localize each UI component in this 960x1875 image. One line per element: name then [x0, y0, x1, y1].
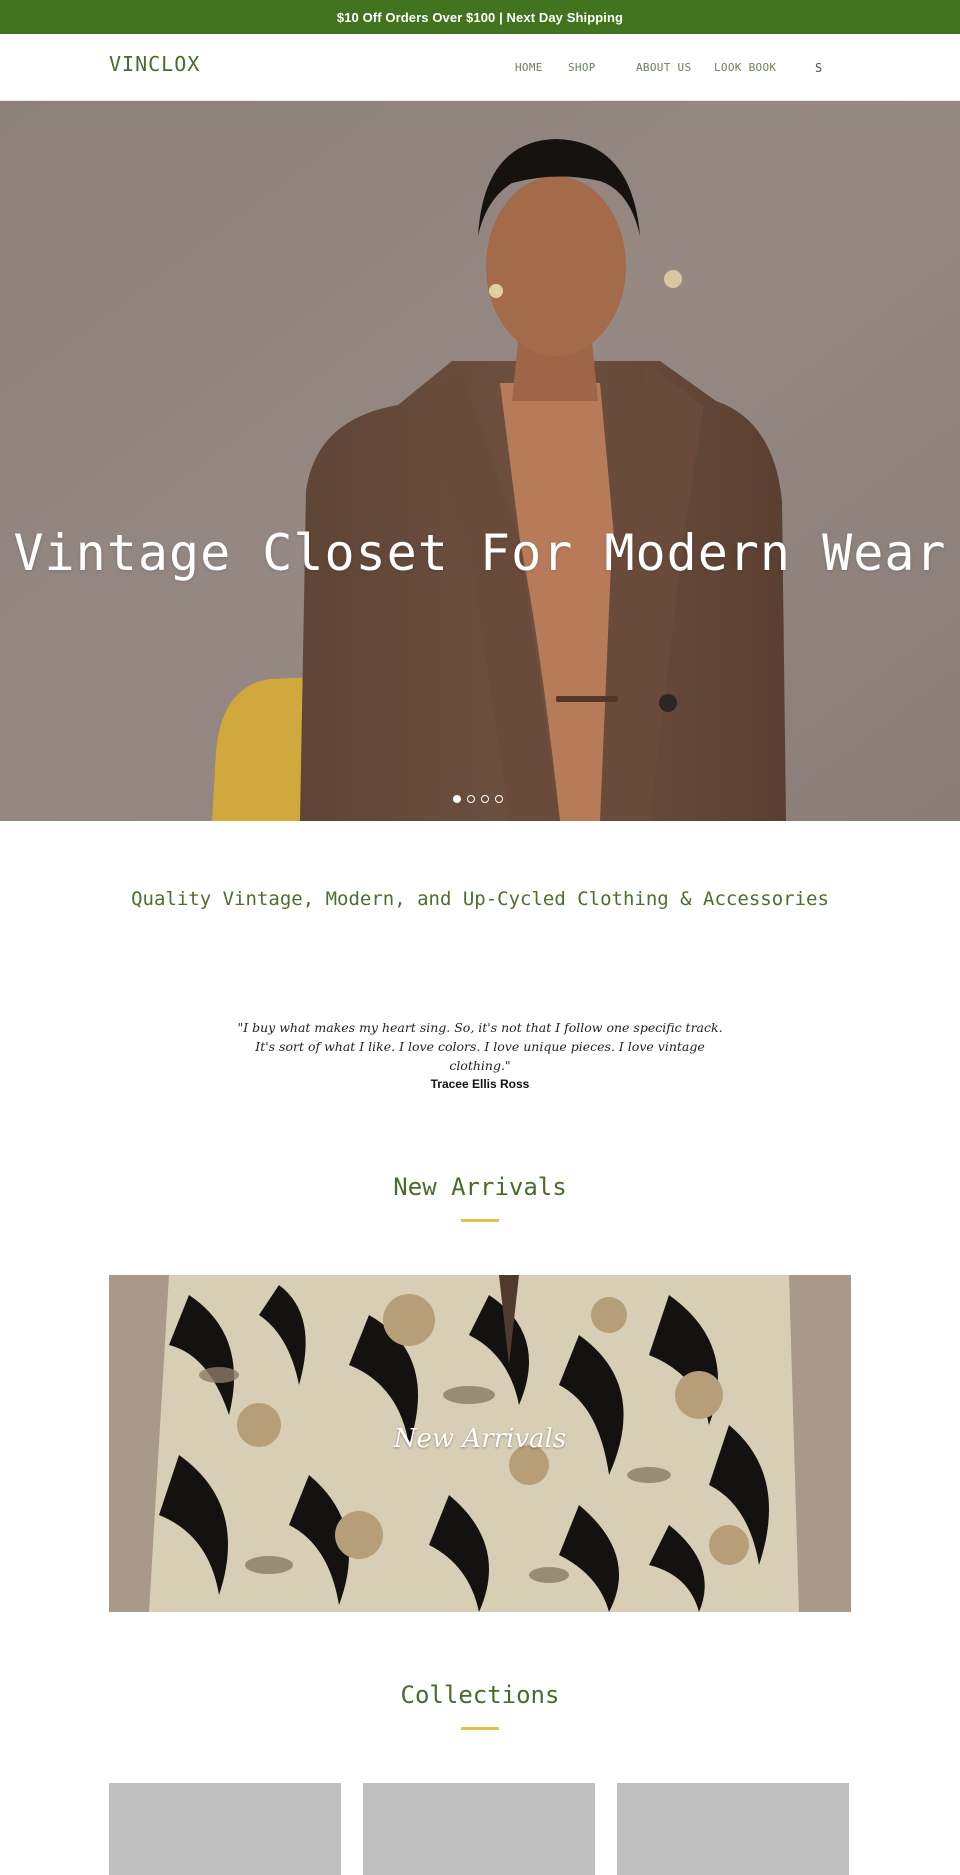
- slide-dot-4[interactable]: [495, 795, 503, 803]
- testimonial-author: Tracee Ellis Ross: [430, 1077, 530, 1091]
- collections-heading: Collections: [400, 1681, 560, 1709]
- nav-shop[interactable]: SHOP: [568, 61, 596, 74]
- nav-look-book[interactable]: LOOK BOOK: [714, 61, 776, 74]
- tagline: Quality Vintage, Modern, and Up-Cycled C…: [131, 888, 829, 910]
- nav-home[interactable]: HOME: [515, 61, 543, 74]
- site-header: VINCLOX HOME SHOP ABOUT US LOOK BOOK S: [0, 34, 960, 101]
- nav-about-us[interactable]: ABOUT US: [636, 61, 691, 74]
- hero-slideshow[interactable]: Vintage Closet For Modern Wear: [0, 101, 960, 821]
- new-arrivals-banner-label: New Arrivals: [393, 1424, 567, 1454]
- collection-card[interactable]: [363, 1783, 595, 1875]
- slide-dot-3[interactable]: [481, 795, 489, 803]
- collection-card[interactable]: [109, 1783, 341, 1875]
- collections-rule: [461, 1727, 499, 1730]
- slide-dot-1[interactable]: [453, 795, 461, 803]
- slideshow-dots: [453, 795, 503, 803]
- new-arrivals-rule: [461, 1219, 499, 1222]
- testimonial-quote: "I buy what makes my heart sing. So, it'…: [237, 1020, 723, 1073]
- hero-title: Vintage Closet For Modern Wear: [13, 524, 947, 582]
- collection-card[interactable]: [617, 1783, 849, 1875]
- new-arrivals-banner[interactable]: New Arrivals: [109, 1275, 851, 1612]
- search-icon[interactable]: S: [815, 61, 822, 75]
- site-logo[interactable]: VINCLOX: [109, 52, 200, 76]
- announcement-text: $10 Off Orders Over $100 | Next Day Ship…: [336, 9, 624, 25]
- announcement-bar: $10 Off Orders Over $100 | Next Day Ship…: [0, 0, 960, 34]
- slide-dot-2[interactable]: [467, 795, 475, 803]
- new-arrivals-heading: New Arrivals: [393, 1173, 567, 1201]
- hero-image: [0, 101, 960, 821]
